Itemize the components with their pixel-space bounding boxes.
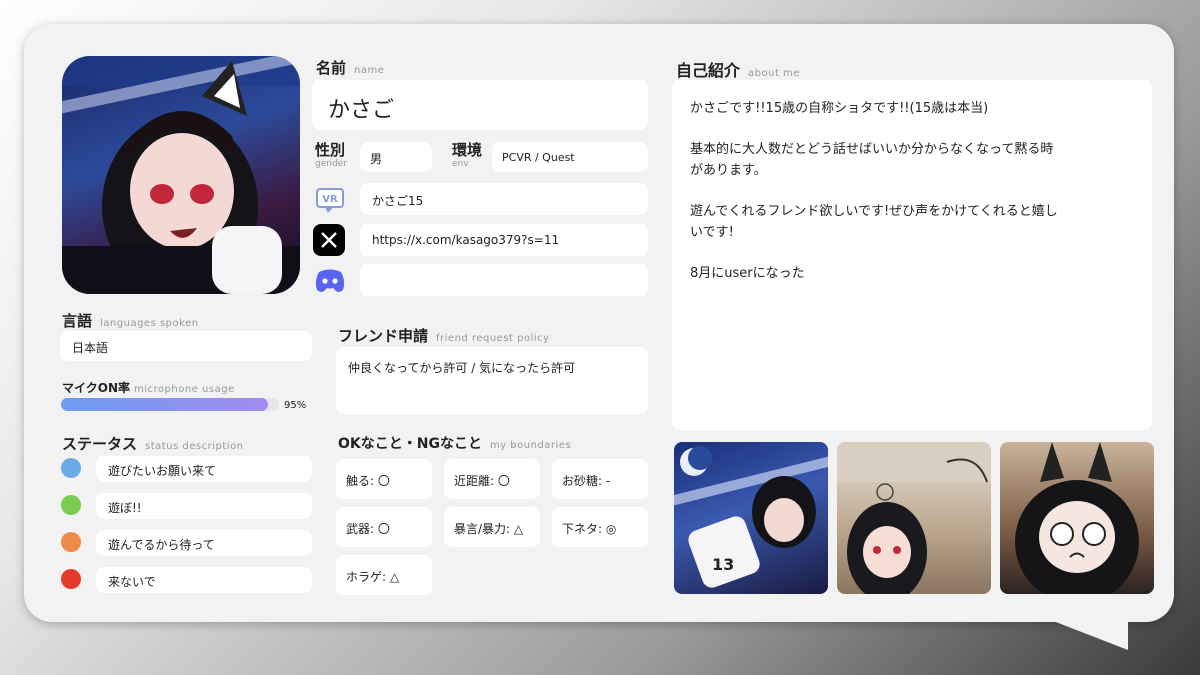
languages-value: 日本語 xyxy=(72,341,109,355)
x-field[interactable]: https://x.com/kasago379?s=11 xyxy=(360,224,648,256)
boundary-text: 暴言/暴力: △ xyxy=(454,522,524,536)
boundary-text: お砂糖: - xyxy=(562,474,611,488)
status-text: 来ないで xyxy=(108,575,156,589)
name-value: かさご xyxy=(328,98,395,123)
svg-text:VR: VR xyxy=(322,194,338,205)
boundary-item: 近距離: 〇 xyxy=(444,459,540,499)
friend-value: 仲良くなってから許可 / 気になったら許可 xyxy=(348,361,576,375)
boundary-item: 武器: 〇 xyxy=(336,507,432,547)
gallery-photo-3 xyxy=(1000,442,1154,594)
status-item: 来ないで xyxy=(96,567,312,593)
status-dot xyxy=(61,495,81,515)
mic-percent: 95% xyxy=(284,400,307,411)
x-url[interactable]: https://x.com/kasago379?s=11 xyxy=(372,233,559,247)
discord-icon xyxy=(313,264,347,298)
boundaries-label: OKなこと・NGなこと my boundaries xyxy=(338,436,572,452)
status-dot xyxy=(61,458,81,478)
name-field: かさご xyxy=(312,80,648,130)
about-line: があります。 xyxy=(690,163,767,178)
status-item: 遊ぼ!! xyxy=(96,493,312,519)
gender-value: 男 xyxy=(370,152,383,166)
env-label: 環境 env xyxy=(452,141,483,170)
env-value: PCVR / Quest xyxy=(502,151,575,164)
about-field: かさごです!!15歳の自称ショタです!!(15歳は本当) 基本的に大人数だとどう… xyxy=(672,80,1152,430)
status-item: 遊びたいお願い来て xyxy=(96,456,312,482)
status-dot xyxy=(61,569,81,589)
gallery-photo-1: 13 xyxy=(674,442,828,594)
about-line: 遊んでくれるフレンド欲しいです!ぜひ声をかけてくれると嬉し xyxy=(690,204,1058,219)
boundary-item: 暴言/暴力: △ xyxy=(444,507,540,547)
boundary-text: 触る: 〇 xyxy=(346,474,390,488)
boundary-item: ホラゲ: △ xyxy=(336,555,432,595)
friend-label: フレンド申請 friend request policy xyxy=(338,327,550,345)
status-text: 遊んでるから待って xyxy=(108,538,215,552)
boundary-text: ホラゲ: △ xyxy=(346,570,400,584)
about-line: 基本的に大人数だとどう話せばいいか分からなくなって黙る時 xyxy=(690,142,1054,157)
about-line: 8月にuserになった xyxy=(690,266,805,281)
boundary-item: 下ネタ: ◎ xyxy=(552,507,648,547)
status-item: 遊んでるから待って xyxy=(96,530,312,556)
svg-text:13: 13 xyxy=(712,555,734,574)
vrchat-value: かさご15 xyxy=(372,194,424,208)
languages-field: 日本語 xyxy=(60,331,312,361)
mic-label: マイクON率 microphone usage xyxy=(62,381,235,395)
boundary-text: 近距離: 〇 xyxy=(454,474,510,488)
discord-field xyxy=(360,264,648,296)
x-logo-icon xyxy=(313,224,345,256)
vrchat-icon: VR xyxy=(313,183,347,217)
status-text: 遊びたいお願い来て xyxy=(108,464,217,478)
env-field: PCVR / Quest xyxy=(492,142,648,172)
boundary-text: 武器: 〇 xyxy=(346,522,390,536)
mic-progress-track xyxy=(61,398,279,411)
avatar-photo xyxy=(62,56,300,294)
mic-progress-fill xyxy=(61,398,269,411)
speech-bubble-tail xyxy=(1030,612,1128,650)
boundary-item: お砂糖: - xyxy=(552,459,648,499)
gender-label: 性別 gender xyxy=(315,141,347,170)
name-label: 名前 name xyxy=(316,59,385,77)
about-text: かさごです!!15歳の自称ショタです!!(15歳は本当) 基本的に大人数だとどう… xyxy=(690,98,1058,284)
vrchat-field: かさご15 xyxy=(360,183,648,215)
about-label: 自己紹介 about me xyxy=(676,61,800,80)
status-text: 遊ぼ!! xyxy=(108,501,142,515)
gender-field: 男 xyxy=(360,142,432,172)
status-dot xyxy=(61,532,81,552)
gallery-photo-2 xyxy=(837,442,991,594)
boundary-item: 触る: 〇 xyxy=(336,459,432,499)
friend-field: 仲良くなってから許可 / 気になったら許可 xyxy=(336,347,648,414)
boundary-text: 下ネタ: ◎ xyxy=(562,522,617,536)
about-line: かさごです!!15歳の自称ショタです!!(15歳は本当) xyxy=(690,101,989,116)
languages-label: 言語 languages spoken xyxy=(62,312,199,330)
about-line: いです! xyxy=(690,225,734,240)
status-label: ステータス status description xyxy=(62,435,244,453)
